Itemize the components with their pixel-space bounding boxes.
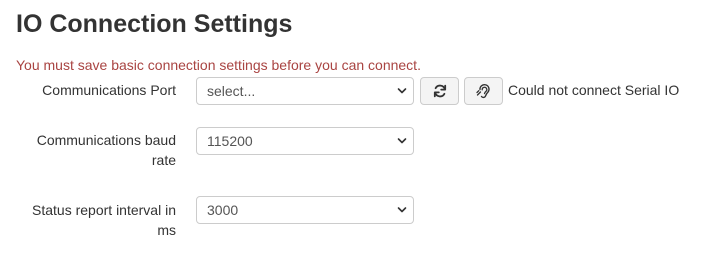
interval-label-line1: Status report interval in [32, 202, 176, 218]
baud-label-line1: Communications baud [36, 132, 176, 148]
chevron-down-icon [397, 88, 407, 94]
hearing-icon [475, 84, 490, 99]
chevron-down-icon [397, 138, 407, 144]
communications-port-value: select... [207, 83, 256, 99]
interval-label-line2: ms [157, 222, 176, 238]
baud-rate-value: 115200 [207, 133, 253, 149]
page-title: IO Connection Settings [16, 10, 293, 38]
status-report-interval-value: 3000 [207, 202, 239, 218]
baud-rate-select[interactable]: 115200 [196, 127, 414, 155]
baud-label-line2: rate [151, 152, 176, 168]
refresh-icon [433, 84, 446, 98]
communications-port-select[interactable]: select... [196, 77, 414, 105]
communications-baud-rate-label: Communications baud rate [16, 130, 176, 170]
io-connection-settings-page: IO Connection Settings You must save bas… [0, 0, 713, 267]
save-warning-message: You must save basic connection settings … [16, 57, 421, 73]
detect-port-button[interactable] [464, 77, 503, 105]
chevron-down-icon [397, 207, 407, 213]
refresh-ports-button[interactable] [420, 77, 459, 105]
communications-port-label: Communications Port [42, 82, 176, 98]
status-report-interval-label: Status report interval in ms [16, 200, 176, 240]
serial-io-status-text: Could not connect Serial IO [508, 82, 680, 98]
status-report-interval-select[interactable]: 3000 [196, 196, 414, 224]
